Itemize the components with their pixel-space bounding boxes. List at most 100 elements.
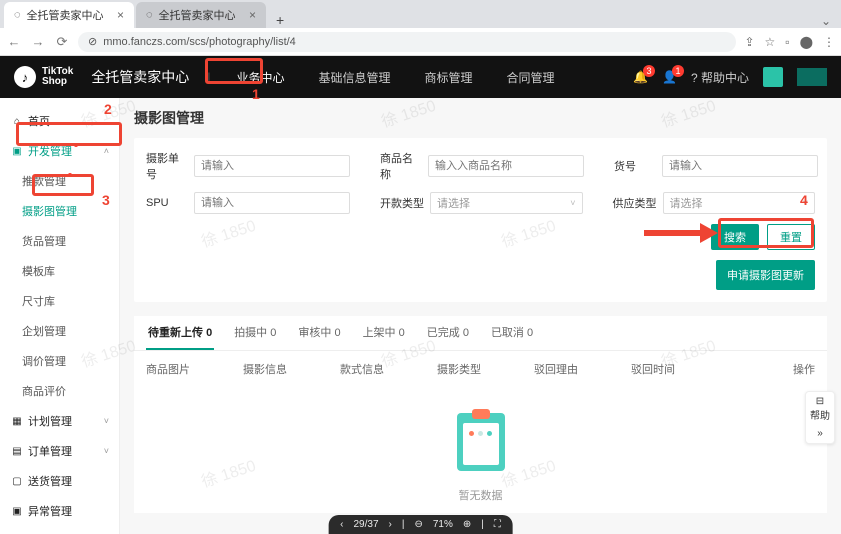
search-button[interactable]: 搜索 [711, 224, 759, 250]
select-supply-type[interactable]: 请选择˅ [663, 192, 816, 214]
col-reject-reason: 驳回理由 [534, 361, 621, 377]
notification-bell[interactable]: 🔔 3 [633, 70, 648, 84]
sidebar: ⌂首页 ▣开发管理˄ 推款管理 摄影图管理 货品管理 模板库 尺寸库 企划管理 … [0, 98, 120, 534]
sidebar-plan-mgmt[interactable]: ▦计划管理˅ [0, 406, 119, 436]
input-goods-name[interactable] [428, 155, 584, 177]
app-title: 全托管卖家中心 [91, 67, 189, 87]
sidebar-home[interactable]: ⌂首页 [0, 106, 119, 136]
zoom-level: 71% [433, 519, 453, 530]
floating-help[interactable]: ⊟ 帮助 » [805, 391, 835, 444]
table-header: 商品图片 摄影信息 款式信息 摄影类型 驳回理由 驳回时间 操作 [134, 351, 827, 387]
theme-box [797, 68, 827, 86]
tab-reupload[interactable]: 待重新上传 0 [146, 316, 214, 350]
empty-text: 暂无数据 [134, 487, 827, 503]
sidebar-photo-mgmt[interactable]: 摄影图管理 [0, 196, 119, 226]
sidebar-ship-mgmt[interactable]: ▢送货管理 [0, 466, 119, 496]
sidebar-order-mgmt[interactable]: ▤订单管理˅ [0, 436, 119, 466]
reload-icon[interactable]: ⟳ [54, 34, 70, 50]
label-dev-type: 开款类型 [380, 195, 424, 211]
sidebar-size-lib[interactable]: 尺寸库 [0, 286, 119, 316]
chevron-down-icon: ˅ [104, 416, 109, 426]
nav-contract[interactable]: 合同管理 [498, 65, 562, 90]
nav-business-center[interactable]: 业务中心 [228, 65, 292, 90]
chevron-down-icon: ˅ [570, 198, 575, 208]
label-order-no: 摄影单号 [146, 150, 188, 182]
brand-logo[interactable]: ♪ TikTok Shop [14, 66, 73, 88]
reset-button[interactable]: 重置 [767, 224, 815, 250]
fullscreen-icon[interactable]: ⛶ [494, 519, 501, 530]
content-area: 摄影图管理 摄影单号 商品名称 货号 SPU 开款类型请选择˅ 供应类型请选择˅… [120, 98, 841, 534]
col-reject-time: 驳回时间 [631, 361, 718, 377]
close-icon[interactable]: × [249, 8, 256, 22]
input-spu[interactable] [194, 192, 350, 214]
browser-tab-active[interactable]: ◌ 全托管卖家中心 × [4, 2, 134, 28]
help-link[interactable]: ? 帮助中心 [691, 69, 749, 86]
browser-extensions: ⇪ ☆ ▫ ⬤ ⋮ [744, 35, 835, 49]
tab-title: 全托管卖家中心 [27, 7, 104, 23]
user-badge: 1 [672, 65, 684, 77]
brand-line2: Shop [42, 77, 73, 87]
url-text: mmo.fanczs.com/scs/photography/list/4 [103, 36, 296, 48]
sidebar-price-mgmt[interactable]: 调价管理 [0, 346, 119, 376]
sidebar-exception-mgmt[interactable]: ▣异常管理 [0, 496, 119, 526]
menu-icon[interactable]: ⋮ [823, 35, 835, 49]
close-icon[interactable]: × [117, 8, 124, 22]
nav-basic-info[interactable]: 基础信息管理 [310, 65, 398, 90]
sidebar-push-mgmt[interactable]: 推款管理 [0, 166, 119, 196]
chevron-down-icon: ˅ [104, 446, 109, 456]
star-icon[interactable]: ☆ [765, 35, 776, 49]
tab-listing[interactable]: 上架中 0 [361, 316, 407, 350]
sidebar-goods-mgmt[interactable]: 货品管理 [0, 226, 119, 256]
sidebar-return-mgmt[interactable]: ▥退供管理 [0, 526, 119, 534]
double-chevron-right-icon[interactable]: » [806, 428, 834, 439]
zoom-out-icon[interactable]: ⊖ [414, 519, 422, 530]
window-controls: ⌄ [811, 14, 841, 28]
zoom-in-icon[interactable]: ⊕ [463, 519, 471, 530]
browser-tab-strip: ◌ 全托管卖家中心 × ◌ 全托管卖家中心 × + ⌄ [0, 0, 841, 28]
label-spu: SPU [146, 197, 188, 209]
tab-cancelled[interactable]: 已取消 0 [489, 316, 535, 350]
input-sku[interactable] [662, 155, 818, 177]
tab-done[interactable]: 已完成 0 [425, 316, 471, 350]
share-icon[interactable]: ⇪ [744, 35, 754, 49]
col-photo-type: 摄影类型 [437, 361, 524, 377]
tiktok-icon: ♪ [14, 66, 36, 88]
new-tab-button[interactable]: + [268, 12, 292, 28]
lock-icon: ⊘ [88, 35, 97, 48]
sidebar-review[interactable]: 商品评价 [0, 376, 119, 406]
browser-tab[interactable]: ◌ 全托管卖家中心 × [136, 2, 266, 28]
extension-icon[interactable]: ▫ [785, 35, 789, 49]
sidebar-dev-mgmt[interactable]: ▣开发管理˄ [0, 136, 119, 166]
user-indicator[interactable]: 👤 1 [662, 70, 677, 84]
truck-icon: ▢ [10, 476, 24, 487]
next-icon[interactable]: › [389, 519, 392, 530]
tab-title: 全托管卖家中心 [159, 7, 236, 23]
viewer-pager: ‹ 29/37 › | ⊖ 71% ⊕ | ⛶ [328, 515, 513, 534]
address-bar: ← → ⟳ ⊘ mmo.fanczs.com/scs/photography/l… [0, 28, 841, 56]
label-sku: 货号 [614, 158, 656, 174]
chevron-up-icon: ˄ [104, 146, 109, 156]
forward-icon[interactable]: → [30, 34, 46, 49]
url-input[interactable]: ⊘ mmo.fanczs.com/scs/photography/list/4 [78, 32, 736, 52]
order-icon: ▤ [10, 446, 24, 457]
filter-panel: 摄影单号 商品名称 货号 SPU 开款类型请选择˅ 供应类型请选择˅ 搜索 重置… [134, 138, 827, 302]
tab-review[interactable]: 审核中 0 [296, 316, 342, 350]
apply-photo-update-button[interactable]: 申请摄影图更新 [716, 260, 815, 290]
help-icon: ? [691, 71, 698, 85]
profile-icon[interactable]: ⬤ [800, 35, 813, 49]
nav-trademark[interactable]: 商标管理 [416, 65, 480, 90]
globe-icon: ◌ [146, 9, 153, 21]
bell-badge: 3 [643, 65, 655, 77]
select-dev-type[interactable]: 请选择˅ [430, 192, 583, 214]
avatar[interactable] [763, 67, 783, 87]
warn-icon: ▣ [10, 506, 24, 517]
tab-shooting[interactable]: 拍摄中 0 [232, 316, 278, 350]
chevron-down-icon: ˅ [803, 198, 808, 208]
sidebar-template-lib[interactable]: 模板库 [0, 256, 119, 286]
back-icon[interactable]: ← [6, 34, 22, 49]
input-order-no[interactable] [194, 155, 350, 177]
sidebar-plan-sub[interactable]: 企划管理 [0, 316, 119, 346]
prev-icon[interactable]: ‹ [340, 519, 343, 530]
col-action: 操作 [728, 361, 815, 377]
help-icon: ⊟ [806, 396, 834, 407]
